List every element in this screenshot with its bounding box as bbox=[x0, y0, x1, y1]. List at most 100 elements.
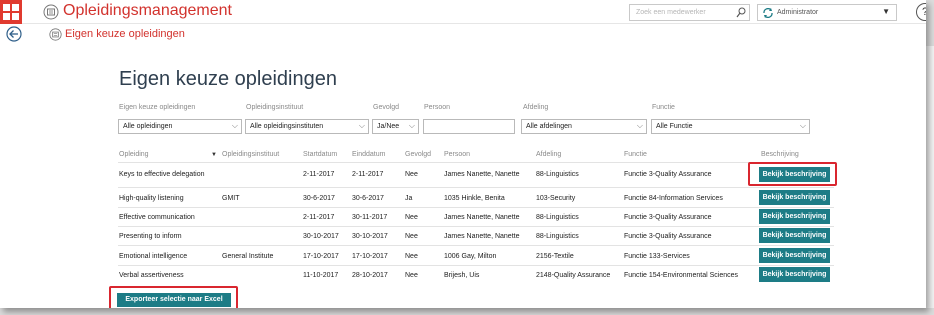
functie-select[interactable]: Alle Functie ⌵ bbox=[651, 119, 810, 134]
cell-persoon: James Nanette, Nanette bbox=[444, 214, 520, 221]
chevron-down-icon: ⌵ bbox=[636, 121, 643, 130]
cell-gevolgd: Ja bbox=[405, 195, 413, 202]
role-value: Administrator bbox=[777, 9, 819, 16]
filter-label-opleidingen: Eigen keuze opleidingen bbox=[119, 104, 196, 111]
opleidingen-select[interactable]: Alle opleidingen ⌵ bbox=[118, 119, 242, 134]
chevron-down-icon: ⌵ bbox=[799, 121, 806, 130]
cell-functie: Functie 3-Quality Assurance bbox=[624, 171, 712, 178]
cell-afdeling: 103-Security bbox=[536, 195, 576, 202]
cell-functie: Functie 133-Services bbox=[624, 253, 690, 260]
filter-label-persoon: Persoon bbox=[424, 104, 451, 111]
cell-afdeling: 88-Linguistics bbox=[536, 171, 579, 178]
filter-label-gevolgd: Gevolgd bbox=[373, 104, 400, 111]
cell-persoon: 1035 Hinkle, Benita bbox=[444, 195, 505, 202]
row-divider bbox=[118, 187, 834, 188]
cell-opleiding: Verbal assertiveness bbox=[119, 272, 184, 279]
row-divider bbox=[118, 207, 834, 208]
cell-functie: Functie 84-Information Services bbox=[624, 195, 723, 202]
cell-persoon: James Nanette, Nanette bbox=[444, 171, 520, 178]
chevron-down-icon: ⌵ bbox=[408, 121, 415, 130]
cell-afdeling: 88-Linguistics bbox=[536, 214, 579, 221]
chevron-down-icon: ⌵ bbox=[231, 121, 238, 130]
cell-startdatum: 11-10-2017 bbox=[303, 272, 339, 279]
app-logo-icon bbox=[43, 4, 59, 20]
highlight-box bbox=[109, 286, 238, 308]
cell-functie: Functie 3-Quality Assurance bbox=[624, 214, 712, 221]
cell-opleiding: Emotional intelligence bbox=[119, 253, 188, 260]
help-icon[interactable]: ? bbox=[916, 3, 926, 21]
column-header-startdatum[interactable]: Startdatum bbox=[303, 151, 337, 158]
cell-startdatum: 30-10-2017 bbox=[303, 233, 339, 240]
cell-startdatum: 2-11-2017 bbox=[303, 171, 335, 178]
cell-opleiding: Presenting to inform bbox=[119, 233, 182, 240]
search-icon[interactable] bbox=[736, 7, 746, 18]
cell-einddatum: 30-11-2017 bbox=[352, 214, 388, 221]
cell-einddatum: 30-10-2017 bbox=[352, 233, 388, 240]
cell-opleiding: Effective communication bbox=[119, 214, 195, 221]
cell-gevolgd: Nee bbox=[405, 214, 418, 221]
filter-label-afdeling: Afdeling bbox=[523, 104, 549, 111]
cell-functie: Functie 3-Quality Assurance bbox=[624, 233, 712, 240]
column-header-gevolgd[interactable]: Gevolgd bbox=[405, 151, 431, 158]
filter-label-functie: Functie bbox=[652, 104, 675, 111]
gevolgd-select-value: Ja/Nee bbox=[377, 123, 400, 130]
view-description-button[interactable]: Bekijk beschrijving bbox=[759, 209, 830, 224]
cell-einddatum: 30-6-2017 bbox=[352, 195, 384, 202]
title-bar: Opleidingsmanagement Zoek een medewerker… bbox=[0, 0, 926, 24]
cell-gevolgd: Nee bbox=[405, 253, 418, 260]
column-header-einddatum[interactable]: Einddatum bbox=[352, 151, 385, 158]
cell-functie: Functie 154-Environmental Sciences bbox=[624, 272, 739, 279]
persoon-input[interactable] bbox=[423, 119, 515, 134]
app-window: Opleidingsmanagement Zoek een medewerker… bbox=[0, 0, 926, 308]
cell-persoon: Brijesh, Uis bbox=[444, 272, 480, 279]
view-description-button[interactable]: Bekijk beschrijving bbox=[759, 267, 830, 282]
search-input[interactable]: Zoek een medewerker bbox=[629, 4, 750, 21]
cell-persoon: James Nanette, Nanette bbox=[444, 233, 520, 240]
row-divider bbox=[118, 245, 834, 246]
cell-afdeling: 88-Linguistics bbox=[536, 233, 579, 240]
column-header-functie[interactable]: Functie bbox=[624, 151, 647, 158]
cell-gevolgd: Nee bbox=[405, 171, 418, 178]
cell-afdeling: 2148-Quality Assurance bbox=[536, 272, 611, 279]
cell-gevolgd: Nee bbox=[405, 272, 418, 279]
column-header-instituut[interactable]: Opleidingsinstituut bbox=[222, 151, 279, 158]
chevron-down-icon: ▼ bbox=[882, 7, 890, 16]
cell-startdatum: 30-6-2017 bbox=[303, 195, 335, 202]
header-divider bbox=[118, 162, 834, 163]
opleidingen-select-value: Alle opleidingen bbox=[123, 123, 173, 130]
cell-opleiding: High-quality listening bbox=[119, 195, 184, 202]
functie-select-value: Alle Functie bbox=[656, 123, 693, 130]
cell-startdatum: 2-11-2017 bbox=[303, 214, 335, 221]
column-header-persoon[interactable]: Persoon bbox=[444, 151, 470, 158]
column-header-afdeling[interactable]: Afdeling bbox=[536, 151, 561, 158]
app-menu-icon[interactable] bbox=[0, 0, 22, 24]
cell-afdeling: 2156-Textile bbox=[536, 253, 574, 260]
back-arrow-icon[interactable] bbox=[6, 26, 22, 42]
row-divider bbox=[118, 226, 834, 227]
view-description-button[interactable]: Bekijk beschrijving bbox=[759, 190, 830, 205]
sort-down-icon[interactable]: ▼ bbox=[211, 152, 217, 158]
breadcrumb-title: Eigen keuze opleidingen bbox=[65, 28, 185, 40]
afdeling-select[interactable]: Alle afdelingen ⌵ bbox=[521, 119, 647, 134]
cell-opleiding: Keys to effective delegation bbox=[119, 171, 205, 178]
gevolgd-select[interactable]: Ja/Nee ⌵ bbox=[372, 119, 419, 134]
page-title: Eigen keuze opleidingen bbox=[119, 68, 337, 90]
cell-einddatum: 17-10-2017 bbox=[352, 253, 388, 260]
filter-label-instituut: Opleidingsinstituut bbox=[246, 104, 304, 111]
column-header-opleiding[interactable]: Opleiding bbox=[119, 151, 149, 158]
search-placeholder: Zoek een medewerker bbox=[636, 9, 706, 16]
view-description-button[interactable]: Bekijk beschrijving bbox=[759, 248, 830, 263]
view-description-button[interactable]: Bekijk beschrijving bbox=[759, 228, 830, 243]
cell-instituut: General Institute bbox=[222, 253, 274, 260]
cell-instituut: GMIT bbox=[222, 195, 240, 202]
role-select[interactable]: Administrator ▼ bbox=[757, 4, 897, 21]
highlight-box bbox=[748, 162, 837, 186]
role-icon bbox=[763, 8, 773, 18]
app-title: Opleidingsmanagement bbox=[63, 2, 232, 19]
row-divider bbox=[118, 265, 834, 266]
chevron-down-icon: ⌵ bbox=[358, 121, 365, 130]
cell-persoon: 1006 Gay, Milton bbox=[444, 253, 497, 260]
module-icon bbox=[49, 28, 62, 41]
instituut-select[interactable]: Alle opleidingsinstituten ⌵ bbox=[245, 119, 369, 134]
column-header-beschrijving: Beschrijving bbox=[761, 151, 799, 158]
